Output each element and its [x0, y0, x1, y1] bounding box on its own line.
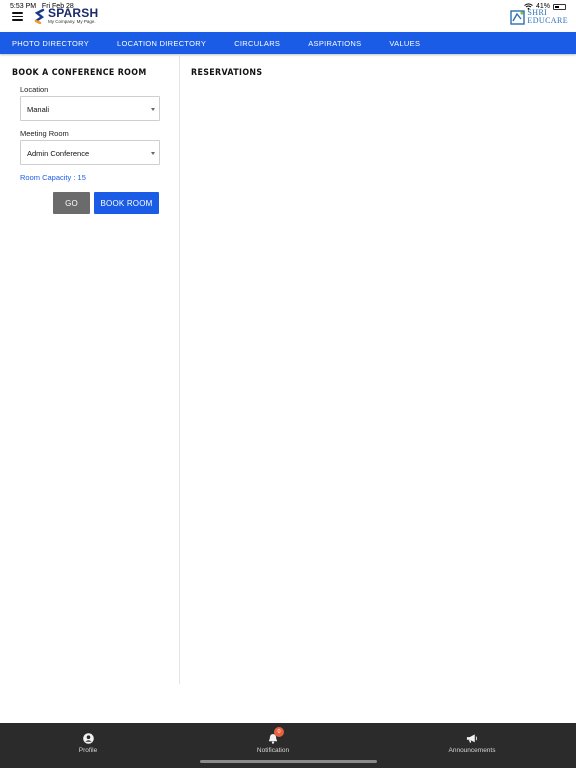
nav-aspirations[interactable]: ASPIRATIONS: [308, 39, 361, 48]
megaphone-icon: [466, 734, 478, 743]
location-select[interactable]: Manali: [20, 96, 160, 121]
nav-values[interactable]: VALUES: [389, 39, 420, 48]
book-room-button[interactable]: BOOK ROOM: [94, 192, 159, 214]
tab-notification[interactable]: 0 Notification: [248, 723, 298, 763]
meeting-room-select[interactable]: Admin Conference: [20, 140, 160, 165]
shri-educare-logo: SHRI EDUCARE: [510, 9, 568, 25]
meeting-room-label: Meeting Room: [20, 129, 69, 138]
location-value: Manali: [27, 105, 50, 114]
app-header: 5:53 PM Fri Feb 28 41% SPARSH My Company…: [0, 0, 576, 32]
status-clock: 5:53 PM: [10, 3, 37, 10]
brand-line-2: EDUCARE: [527, 16, 568, 25]
tab-profile[interactable]: Profile: [68, 723, 108, 763]
tab-announcements[interactable]: Announcements: [442, 723, 502, 763]
tab-notification-label: Notification: [256, 746, 290, 754]
location-label: Location: [20, 85, 49, 94]
logo-title: SPARSH: [48, 6, 99, 20]
notification-badge: 0: [274, 726, 284, 737]
sparsh-logo: SPARSH My Company. My Page.: [34, 7, 98, 25]
nav-photo-directory[interactable]: PHOTO DIRECTORY: [12, 39, 89, 48]
reservations-title: RESERVATIONS: [191, 68, 263, 78]
chevron-down-icon: [151, 152, 155, 155]
tab-profile-label: Profile: [78, 746, 98, 754]
room-capacity: Room Capacity : 15: [20, 173, 86, 182]
top-nav: PHOTO DIRECTORY LOCATION DIRECTORY CIRCU…: [0, 32, 576, 54]
logo-tagline: My Company. My Page.: [48, 19, 96, 24]
go-button[interactable]: GO: [53, 192, 90, 214]
meeting-room-value: Admin Conference: [27, 149, 90, 158]
menu-icon[interactable]: [12, 12, 23, 21]
profile-icon: [82, 733, 94, 744]
nav-location-directory[interactable]: LOCATION DIRECTORY: [117, 39, 206, 48]
tab-announcements-label: Announcements: [448, 746, 496, 754]
sparsh-logo-icon: [34, 8, 45, 24]
home-indicator[interactable]: [200, 760, 377, 763]
nav-circulars[interactable]: CIRCULARS: [234, 39, 280, 48]
chevron-down-icon: [151, 108, 155, 111]
booking-title: BOOK A CONFERENCE ROOM: [12, 68, 147, 78]
shri-educare-logo-icon: [510, 10, 526, 25]
